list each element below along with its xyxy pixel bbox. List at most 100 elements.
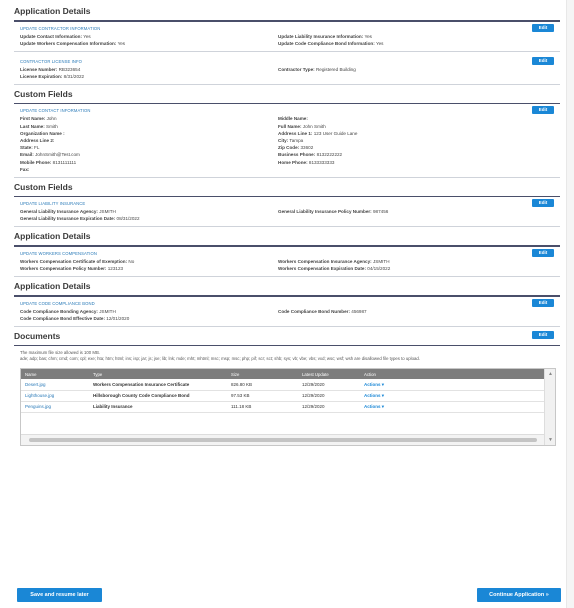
document-size-cell: 826.80 KB	[227, 379, 298, 391]
field: Update Workers Compensation Information:…	[20, 40, 126, 46]
document-link[interactable]: Lighthouse.jpg	[25, 393, 54, 398]
section-title-custom-fields: Custom Fields	[14, 181, 73, 192]
section-title-custom-fields: Custom Fields	[14, 88, 73, 99]
page-content: Application Details UPDATE CONTRACTOR IN…	[14, 6, 560, 447]
edit-button[interactable]: Edit	[532, 298, 554, 307]
field: Workers Compensation Policy Number: 1231…	[20, 266, 124, 272]
field: Business Phone: 8132222222	[278, 152, 343, 158]
field	[278, 216, 548, 221]
column-header-action: Action	[364, 371, 376, 377]
update-contractor-box: UPDATE CONTRACTOR INFORMATION Edit Updat…	[14, 22, 560, 52]
scroll-up-icon[interactable]: ▲	[548, 371, 553, 377]
document-link[interactable]: Desert.jpg	[25, 382, 46, 387]
documents-header: Documents Edit	[14, 330, 560, 341]
field: General Liability Insurance Policy Numbe…	[278, 209, 389, 215]
field: Update Liability Insurance Information: …	[278, 33, 372, 39]
field: Contractor Type: Registered Building	[278, 66, 356, 72]
edit-button[interactable]: Edit	[532, 330, 554, 339]
field: Code Compliance Bonding Agency: JSMITH	[20, 308, 116, 314]
document-size-cell: 97.53 KB	[227, 390, 298, 402]
section-title-application-details: Application Details	[14, 6, 91, 16]
document-size-cell: 111.18 KB	[227, 401, 298, 413]
field-grid: Update Contact Information: Yes Update L…	[20, 34, 554, 46]
section-title-documents: Documents	[14, 330, 61, 341]
field: State: FL	[20, 145, 40, 151]
actions-dropdown[interactable]: Actions ▾	[360, 379, 545, 391]
field: Home Phone: 8133333333	[278, 159, 335, 165]
table-header-row: Name Type Size Latest Update Action	[21, 369, 545, 380]
workers-comp-box: UPDATE WORKERS COMPENSATION Edit Workers…	[14, 247, 560, 278]
field: Update Contact Information: Yes	[20, 33, 91, 39]
column-header-latest-update[interactable]: Latest Update	[298, 369, 360, 379]
page-scrollbar[interactable]	[566, 0, 574, 608]
horizontal-scrollbar[interactable]	[21, 434, 545, 446]
field	[278, 74, 548, 79]
box-title: CONTRACTOR LICENSE INFO	[20, 58, 83, 64]
field: License Expiration: 8/31/2022	[20, 73, 85, 79]
field: Workers Compensation Expiration Date: 04…	[278, 266, 391, 272]
section-title-application-details: Application Details	[14, 231, 91, 242]
field: Fax:	[20, 166, 30, 172]
section-title-application-details: Application Details	[14, 281, 91, 292]
field: Update Code Compliance Bond Information:…	[278, 40, 384, 46]
field-grid: License Number: RB323654 Contractor Type…	[20, 67, 554, 79]
column-header-size[interactable]: Size	[227, 369, 298, 379]
scroll-down-icon[interactable]: ▼	[548, 437, 553, 443]
field: Email: JohnSmith@Test.com	[20, 152, 80, 158]
field: Address Line 2:	[20, 137, 55, 143]
document-date-cell: 12/29/2020	[298, 390, 360, 402]
field	[278, 167, 548, 172]
field-grid: Workers Compensation Certificate of Exem…	[20, 259, 554, 271]
field-grid: General Liability Insurance Agency: JSMI…	[20, 209, 554, 221]
field: Organization Name :	[20, 130, 65, 136]
scrollbar-thumb[interactable]	[29, 438, 537, 443]
field: Address Line 1: 123 User Guide Lane	[278, 130, 358, 136]
document-date-cell: 12/29/2020	[298, 401, 360, 413]
field: General Liability Insurance Agency: JSMI…	[20, 209, 116, 215]
edit-button[interactable]: Edit	[532, 106, 554, 115]
field: Middle Name:	[278, 116, 308, 122]
table-row: Penguins.jpg Liability Insurance 111.18 …	[21, 401, 545, 413]
edit-button[interactable]: Edit	[532, 56, 554, 65]
save-and-resume-button[interactable]: Save and resume later	[17, 588, 102, 602]
document-type-cell: Liability Insurance	[89, 401, 227, 413]
document-name-cell: Penguins.jpg	[21, 401, 89, 413]
box-title: UPDATE WORKERS COMPENSATION	[20, 250, 97, 256]
field: Last Name: Smith	[20, 123, 58, 129]
actions-dropdown[interactable]: Actions ▾	[360, 390, 545, 402]
box-title: UPDATE LIABILITY INSURANCE	[20, 201, 86, 207]
box-title: UPDATE CONTACT INFORMATION	[20, 108, 91, 114]
document-name-cell: Lighthouse.jpg	[21, 390, 89, 402]
edit-button[interactable]: Edit	[532, 23, 554, 32]
document-date-cell: 12/29/2020	[298, 379, 360, 391]
contact-box: UPDATE CONTACT INFORMATION Edit First Na…	[14, 104, 560, 178]
field: Mobile Phone: 8131111111	[20, 159, 77, 165]
edit-button[interactable]: Edit	[532, 248, 554, 257]
table-row: Desert.jpg Workers Compensation Insuranc…	[21, 379, 545, 391]
field: License Number: RB323654	[20, 66, 81, 72]
liability-box: UPDATE LIABILITY INSURANCE Edit General …	[14, 197, 560, 228]
field: Full Name: John Smith	[278, 123, 326, 129]
field: Workers Compensation Certificate of Exem…	[20, 258, 135, 264]
document-link[interactable]: Penguins.jpg	[25, 404, 51, 409]
box-title: UPDATE CODE COMPLIANCE BOND	[20, 300, 95, 306]
vertical-scrollbar[interactable]: ▲ ▼	[544, 369, 555, 446]
edit-button[interactable]: Edit	[532, 199, 554, 208]
field: Zip Code: 33602	[278, 145, 314, 151]
license-box: CONTRACTOR LICENSE INFO Edit License Num…	[14, 55, 560, 85]
column-header-type[interactable]: Type	[89, 369, 227, 379]
disallowed-types-note: ade; adp; bas; chm; cmd; com; cpl; exe; …	[20, 356, 420, 362]
upload-note: The maximum file size allowed is 100 MB.…	[14, 346, 560, 362]
field: General Liability Insurance Expiration D…	[20, 216, 140, 222]
field: Code Compliance Bond Effective Date: 12/…	[20, 315, 130, 321]
empty-row	[21, 412, 545, 434]
continue-application-button[interactable]: Continue Application »	[477, 588, 561, 602]
bond-box: UPDATE CODE COMPLIANCE BOND Edit Code Co…	[14, 297, 560, 327]
field: Workers Compensation Insurance Agency: J…	[278, 258, 390, 264]
column-header-name[interactable]: Name	[21, 369, 89, 379]
documents-table: Name Type Size Latest Update Action Dese…	[21, 369, 545, 434]
document-type-cell: Workers Compensation Insurance Certifica…	[89, 379, 227, 391]
document-name-cell: Desert.jpg	[21, 379, 89, 391]
document-type-cell: Hillsborough County Code Compliance Bond	[89, 390, 227, 402]
actions-dropdown[interactable]: Actions ▾	[360, 401, 545, 413]
